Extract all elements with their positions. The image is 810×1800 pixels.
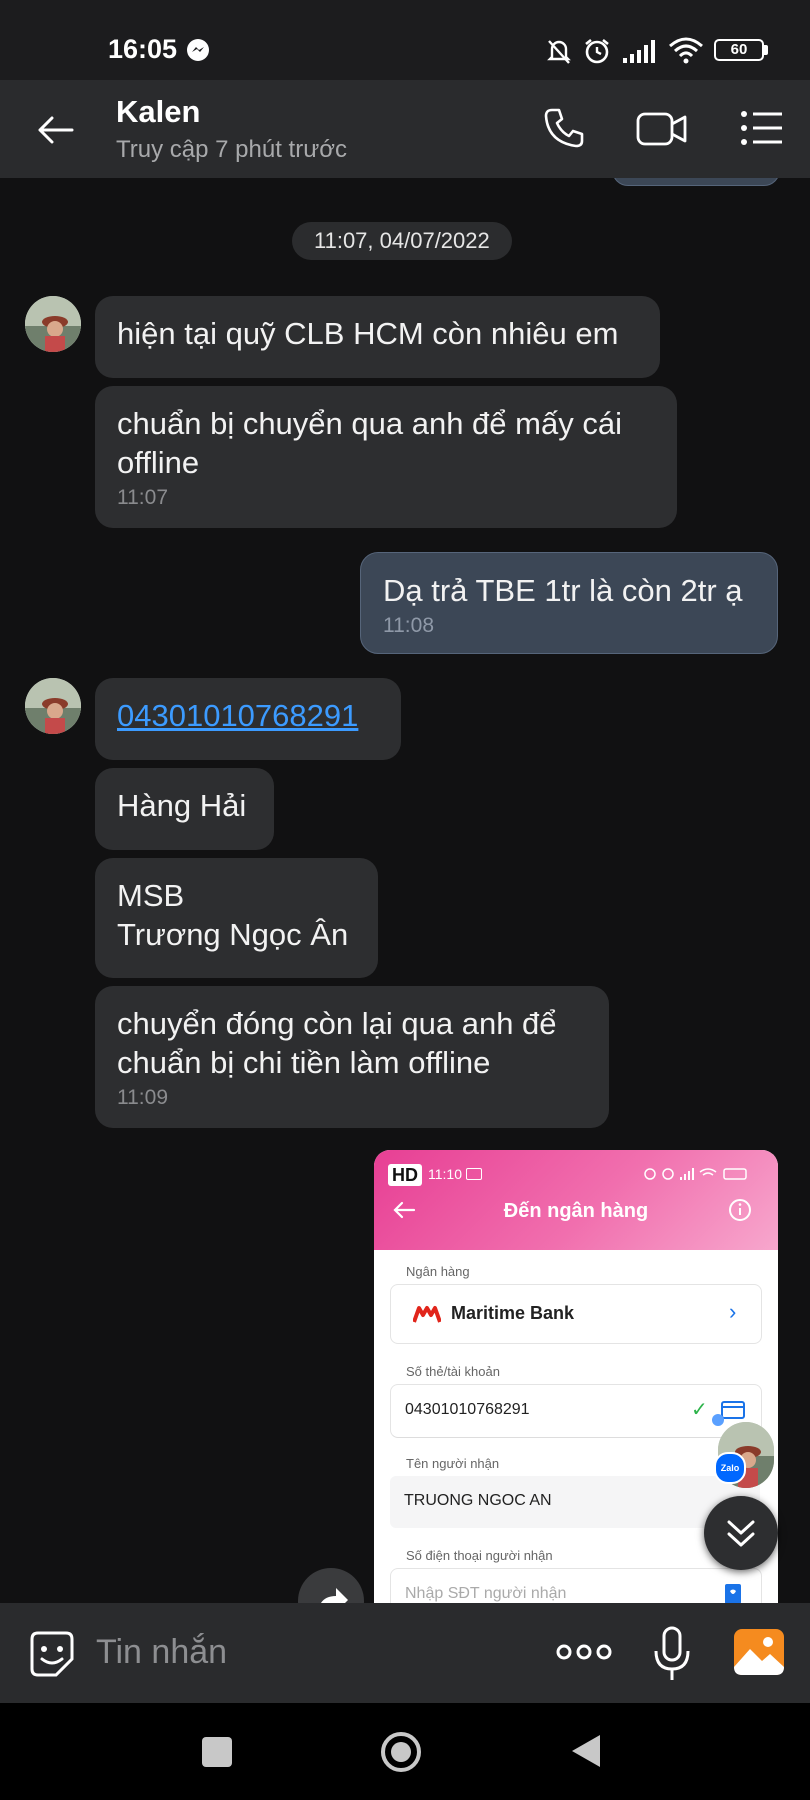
scroll-to-bottom-button[interactable] bbox=[704, 1496, 778, 1570]
message-composer: Tin nhắn bbox=[0, 1603, 810, 1703]
message-time: 11:09 bbox=[117, 1086, 168, 1109]
message-text: hiện tại quỹ CLB HCM còn nhiêu em bbox=[117, 316, 619, 351]
message-text-line: MSB bbox=[117, 878, 185, 913]
online-dot bbox=[712, 1414, 724, 1426]
chat-header: Kalen Truy cập 7 phút trước bbox=[0, 80, 810, 178]
screenshot-status-icons bbox=[642, 1166, 752, 1185]
account-label: Số thẻ/tài khoản bbox=[406, 1364, 500, 1379]
phone-label: Số điện thoại người nhận bbox=[406, 1548, 553, 1563]
avatar[interactable] bbox=[25, 296, 81, 352]
microphone-icon[interactable] bbox=[652, 1625, 692, 1683]
battery-icon: 60 bbox=[714, 39, 764, 61]
message-time: 11:08 bbox=[383, 614, 434, 637]
menu-list-icon[interactable] bbox=[740, 110, 784, 146]
phone-placeholder: Nhập SĐT người nhận bbox=[405, 1585, 567, 1602]
double-chevron-down-icon bbox=[727, 1520, 755, 1547]
wifi-icon bbox=[669, 37, 703, 64]
message-bubble[interactable]: chuyển đóng còn lại qua anh để chuẩn bị … bbox=[95, 986, 609, 1128]
msb-logo-icon bbox=[413, 1306, 441, 1323]
more-options-icon[interactable] bbox=[556, 1639, 612, 1665]
screenshot-title: Đến ngân hàng bbox=[503, 1200, 649, 1222]
phone-field: Nhập SĐT người nhận bbox=[390, 1568, 762, 1603]
date-separator: 11:07, 04/07/2022 bbox=[292, 222, 512, 260]
messenger-icon bbox=[187, 39, 209, 61]
notification-icon bbox=[466, 1168, 482, 1180]
system-navigation-bar bbox=[0, 1703, 810, 1800]
message-text-line: Trương Ngọc Ân bbox=[117, 917, 349, 952]
status-time: 16:05 bbox=[108, 34, 178, 64]
bank-field: Maritime Bank › bbox=[390, 1284, 762, 1344]
phone-call-icon[interactable] bbox=[542, 106, 586, 150]
chat-area[interactable]: 11:07, 04/07/2022 hiện tại quỹ CLB HCM c… bbox=[0, 178, 810, 1603]
account-number-link[interactable]: 04301010768291 bbox=[117, 698, 358, 733]
battery-level: 60 bbox=[730, 41, 748, 58]
avatar[interactable] bbox=[25, 678, 81, 734]
message-text-line: offline bbox=[117, 445, 200, 480]
signal-icon bbox=[623, 40, 655, 63]
message-text-line: chuẩn bị chi tiền làm offline bbox=[117, 1045, 491, 1080]
message-text: Dạ trả TBE 1tr là còn 2tr ạ bbox=[383, 573, 743, 608]
contact-book-icon bbox=[725, 1584, 741, 1603]
recipient-label: Tên người nhận bbox=[406, 1456, 500, 1471]
message-text-line: chuẩn bị chuyển qua anh để mấy cái bbox=[117, 406, 622, 441]
message-bubble[interactable]: 04301010768291 bbox=[95, 678, 401, 760]
alarm-icon bbox=[585, 38, 609, 64]
sticker-icon[interactable] bbox=[26, 1629, 78, 1681]
image-gallery-icon[interactable] bbox=[732, 1627, 786, 1677]
recipient-value: TRUONG NGOC AN bbox=[404, 1492, 552, 1509]
contact-presence: Truy cập 7 phút trước bbox=[116, 136, 347, 163]
battery-tip bbox=[764, 45, 768, 55]
bank-name: Maritime Bank bbox=[451, 1303, 575, 1323]
back-button[interactable] bbox=[570, 1733, 602, 1769]
status-bar: 16:05 60 bbox=[0, 0, 810, 80]
check-icon: ✓ bbox=[691, 1399, 708, 1421]
message-bubble[interactable]: chuẩn bị chuyển qua anh để mấy cái offli… bbox=[95, 386, 677, 528]
message-bubble[interactable]: Hàng Hải bbox=[95, 768, 274, 850]
chevron-right-icon: › bbox=[729, 1299, 737, 1324]
previous-message-bubble bbox=[612, 178, 780, 186]
hd-badge: HD bbox=[388, 1164, 422, 1186]
message-text-line: chuyển đóng còn lại qua anh để bbox=[117, 1006, 557, 1041]
forward-icon bbox=[321, 1588, 348, 1603]
bank-label: Ngân hàng bbox=[406, 1264, 470, 1279]
message-text: Hàng Hải bbox=[117, 788, 247, 823]
message-bubble[interactable]: MSB Trương Ngọc Ân bbox=[95, 858, 378, 978]
forward-button[interactable] bbox=[298, 1568, 364, 1603]
my-message-bubble[interactable]: Dạ trả TBE 1tr là còn 2tr ạ 11:08 bbox=[360, 552, 778, 654]
muted-bell-icon bbox=[547, 40, 571, 64]
message-bubble[interactable]: hiện tại quỹ CLB HCM còn nhiêu em bbox=[95, 296, 660, 378]
info-icon bbox=[729, 1199, 751, 1221]
back-arrow-icon[interactable] bbox=[36, 110, 76, 150]
video-call-icon[interactable] bbox=[636, 110, 688, 148]
home-button[interactable] bbox=[380, 1731, 422, 1773]
zalo-badge: Zalo bbox=[714, 1452, 746, 1484]
message-time: 11:07 bbox=[117, 486, 168, 509]
screenshot-status-time: 11:10 bbox=[428, 1166, 462, 1182]
message-input[interactable]: Tin nhắn bbox=[96, 1633, 227, 1672]
account-field: 04301010768291 ✓ bbox=[390, 1384, 762, 1438]
card-icon bbox=[721, 1401, 745, 1419]
account-value: 04301010768291 bbox=[405, 1401, 530, 1418]
contact-name[interactable]: Kalen bbox=[116, 94, 200, 130]
recent-apps-button[interactable] bbox=[202, 1737, 232, 1767]
